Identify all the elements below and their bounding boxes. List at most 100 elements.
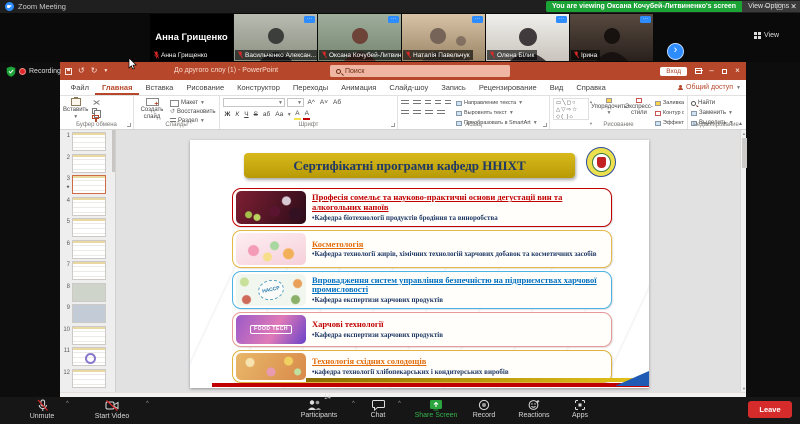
paste-button[interactable]: Вставить ▼ bbox=[63, 98, 88, 120]
tab-view[interactable]: Вид bbox=[543, 80, 570, 95]
next-participants-button[interactable]: › bbox=[667, 43, 684, 60]
slide-title-banner[interactable]: Сертифікатні програми кафедр ННІХТ bbox=[244, 153, 575, 178]
italic-button[interactable]: К bbox=[234, 110, 241, 119]
grow-font-button[interactable]: А^ bbox=[306, 98, 316, 107]
shape-fill-button[interactable]: Заливка фигуры bbox=[655, 99, 684, 107]
leave-button[interactable]: Leave bbox=[748, 401, 792, 418]
scroll-down-icon[interactable]: ▼ bbox=[741, 386, 747, 391]
tile-menu-icon[interactable] bbox=[472, 16, 483, 23]
increase-indent-button[interactable] bbox=[435, 100, 441, 106]
participants-options-chevron[interactable]: ^ bbox=[352, 401, 355, 407]
tab-draw[interactable]: Рисование bbox=[180, 80, 231, 95]
university-logo[interactable] bbox=[586, 147, 616, 177]
tab-help[interactable]: Справка bbox=[570, 80, 612, 95]
format-painter-icon[interactable] bbox=[92, 115, 99, 119]
video-tile[interactable]: Наталія Павельчук bbox=[402, 14, 485, 61]
slide-thumbnail[interactable]: 1 bbox=[60, 132, 115, 151]
save-icon[interactable] bbox=[65, 68, 72, 75]
justify-button[interactable] bbox=[437, 110, 445, 116]
align-center-button[interactable] bbox=[413, 110, 421, 116]
tab-animations[interactable]: Анимация bbox=[335, 80, 383, 95]
tab-home[interactable]: Главная bbox=[95, 80, 139, 95]
video-options-chevron[interactable]: ^ bbox=[146, 401, 149, 407]
clear-formatting-button[interactable]: Аб bbox=[332, 98, 343, 107]
slide-thumbnail[interactable]: 11 bbox=[60, 347, 115, 366]
share-screen-button[interactable]: Share Screen bbox=[406, 399, 466, 419]
video-tile[interactable]: Анна Грищенко Анна Грищенко bbox=[150, 14, 233, 61]
new-slide-button[interactable]: Создать слайд bbox=[137, 98, 167, 120]
dialog-launcher-icon[interactable] bbox=[543, 123, 547, 127]
tab-slideshow[interactable]: Слайд-шоу bbox=[383, 80, 435, 95]
char-spacing-button[interactable]: аб bbox=[261, 110, 271, 119]
font-color-button[interactable]: А bbox=[303, 109, 310, 120]
find-button[interactable]: Найти bbox=[691, 99, 741, 107]
undo-icon[interactable]: ↺ bbox=[78, 67, 85, 75]
slide-thumbnail[interactable]: 10 bbox=[60, 326, 115, 345]
shrink-font-button[interactable]: А˅ bbox=[318, 98, 329, 107]
program-box[interactable]: НАССР Впровадження систем управління без… bbox=[232, 271, 612, 309]
slide-thumbnail[interactable]: 2 bbox=[60, 154, 115, 173]
tab-design[interactable]: Конструктор bbox=[231, 80, 287, 95]
chat-button[interactable]: Chat bbox=[358, 399, 398, 419]
strikethrough-button[interactable]: S bbox=[252, 110, 259, 119]
tab-record[interactable]: Запись bbox=[435, 80, 473, 95]
security-shield-icon[interactable] bbox=[6, 66, 16, 77]
reactions-button[interactable]: Reactions bbox=[508, 399, 560, 419]
slide-thumbnail[interactable]: 8 bbox=[60, 283, 115, 302]
change-case-button[interactable]: Аа bbox=[274, 110, 285, 119]
tab-insert[interactable]: Вставка bbox=[139, 80, 180, 95]
tab-file[interactable]: Файл bbox=[64, 80, 95, 95]
unmute-options-chevron[interactable]: ^ bbox=[66, 401, 69, 407]
slide-thumbnail-selected[interactable]: 3★ bbox=[60, 175, 115, 194]
scroll-up-icon[interactable]: ▲ bbox=[741, 131, 747, 136]
dialog-launcher-icon[interactable] bbox=[391, 123, 395, 127]
shape-outline-button[interactable]: Контур фигуры bbox=[655, 109, 684, 117]
close-button[interactable]: ✕ bbox=[790, 0, 797, 13]
text-direction-button[interactable]: Направление текста▼ bbox=[456, 99, 538, 107]
slide-scrollbar[interactable]: ▲ ▼ bbox=[740, 130, 746, 392]
layout-button[interactable]: Макет▼ bbox=[170, 99, 215, 107]
copy-icon[interactable] bbox=[92, 108, 97, 114]
highlight-color-button[interactable]: А bbox=[294, 109, 301, 120]
ppt-close-button[interactable]: × bbox=[731, 62, 744, 80]
tile-menu-icon[interactable] bbox=[640, 16, 651, 23]
start-video-button[interactable]: Start Video bbox=[82, 399, 142, 420]
align-text-button[interactable]: Выровнять текст▼ bbox=[456, 109, 538, 117]
ribbon-display-options-icon[interactable] bbox=[692, 62, 705, 80]
tab-transitions[interactable]: Переходы bbox=[286, 80, 334, 95]
program-box[interactable]: Професія сомельє та науково-практичні ос… bbox=[232, 188, 612, 227]
cut-icon[interactable] bbox=[92, 99, 100, 106]
gallery-view-button[interactable]: View bbox=[754, 32, 779, 39]
video-tile[interactable]: Васильченко Алексан... bbox=[234, 14, 317, 61]
shapes-gallery[interactable]: ▭╲◻○△▽⇨☆◇( )⌂ bbox=[553, 98, 589, 120]
video-tile[interactable]: Ірина bbox=[570, 14, 653, 61]
participants-button[interactable]: 14 Participants bbox=[288, 399, 350, 419]
collapse-ribbon-icon[interactable]: ▲ bbox=[738, 121, 743, 127]
slide-thumbnail[interactable]: 4 bbox=[60, 197, 115, 216]
chat-options-chevron[interactable]: ^ bbox=[398, 401, 401, 407]
redo-icon[interactable]: ↻ bbox=[91, 67, 98, 75]
qat-customize-icon[interactable]: ▼ bbox=[103, 68, 108, 74]
align-right-button[interactable] bbox=[425, 110, 433, 116]
underline-button[interactable]: Ч bbox=[243, 110, 250, 119]
share-button[interactable]: Общий доступ ▼ bbox=[678, 80, 741, 95]
tile-menu-icon[interactable] bbox=[304, 16, 315, 23]
tile-menu-icon[interactable] bbox=[556, 16, 567, 23]
slide-thumbnail[interactable]: 12 bbox=[60, 369, 115, 388]
tab-review[interactable]: Рецензирование bbox=[472, 80, 543, 95]
line-spacing-button[interactable] bbox=[445, 100, 451, 106]
decrease-indent-button[interactable] bbox=[425, 100, 431, 106]
dialog-launcher-icon[interactable] bbox=[127, 123, 131, 127]
apps-button[interactable]: Apps bbox=[560, 399, 600, 419]
maximize-button[interactable]: ▢ bbox=[776, 0, 784, 13]
sign-in-button[interactable]: Вход bbox=[660, 67, 687, 76]
search-box[interactable]: Поиск bbox=[330, 65, 510, 77]
scrollbar-thumb[interactable] bbox=[742, 138, 747, 168]
unmute-button[interactable]: Unmute bbox=[16, 399, 68, 420]
ppt-restore-button[interactable] bbox=[718, 62, 731, 80]
numbering-button[interactable] bbox=[413, 100, 421, 106]
video-tile[interactable]: Оксана Кочубей-Литвин... bbox=[318, 14, 401, 61]
bullets-button[interactable] bbox=[401, 100, 409, 106]
font-name-select[interactable]: ▼ bbox=[223, 98, 285, 107]
align-left-button[interactable] bbox=[401, 110, 409, 116]
